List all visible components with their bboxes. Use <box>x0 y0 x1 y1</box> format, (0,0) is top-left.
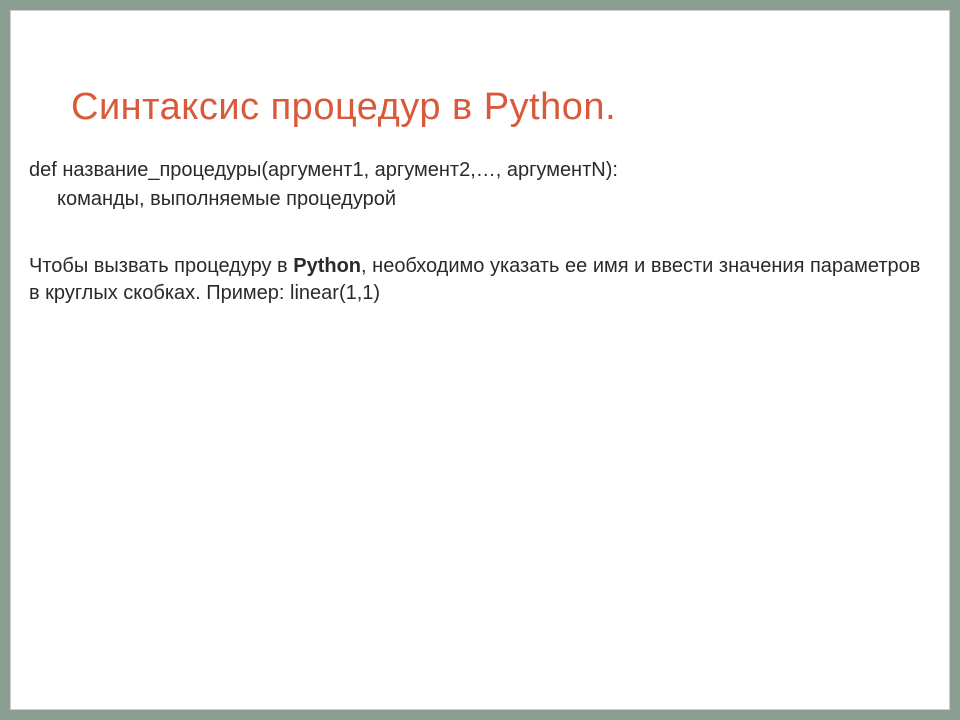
slide-title: Синтаксис процедур в Python. <box>11 11 949 129</box>
slide-content: def название_процедуры(аргумент1, аргуме… <box>11 129 949 307</box>
code-def-line: def название_процедуры(аргумент1, аргуме… <box>29 157 931 184</box>
code-body-line: команды, выполняемые процедурой <box>29 186 931 213</box>
para-text-before: Чтобы вызвать процедуру в <box>29 255 293 277</box>
paragraph: Чтобы вызвать процедуру в Python, необхо… <box>29 253 931 307</box>
para-bold-python: Python <box>293 255 361 277</box>
slide: Синтаксис процедур в Python. def названи… <box>10 10 950 710</box>
